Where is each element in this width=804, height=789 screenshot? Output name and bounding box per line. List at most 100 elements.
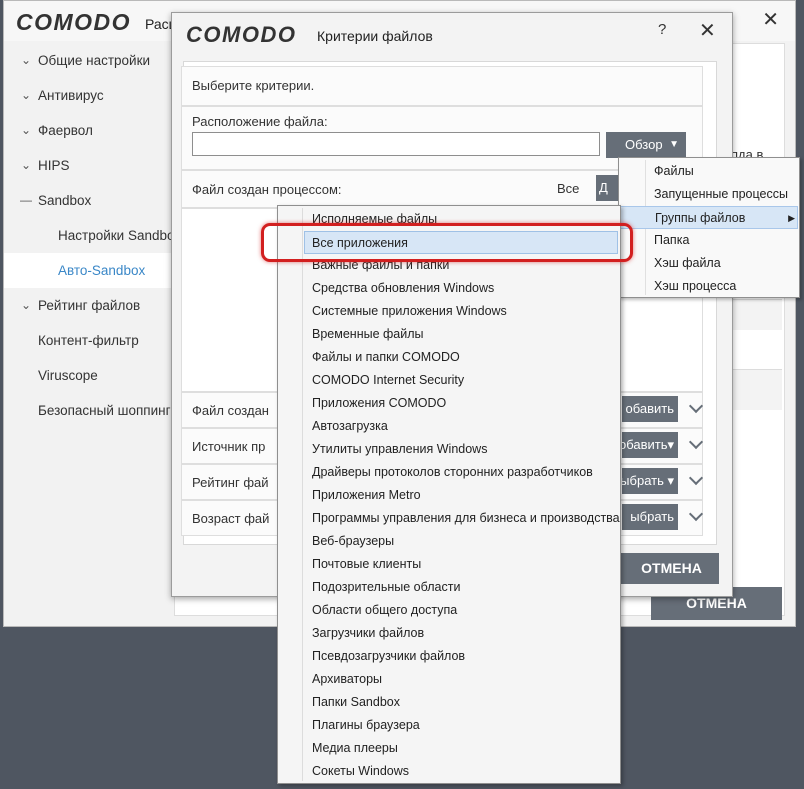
file-group-item-label: Файлы и папки COMODO (312, 350, 460, 364)
file-group-item-label: Медиа плееры (312, 741, 398, 755)
dropdown-arrow-icon: ▼ (669, 139, 679, 150)
file-group-item[interactable]: Системные приложения Windows (304, 300, 618, 323)
dialog-cancel-button[interactable]: ОТМЕНА (612, 553, 719, 584)
file-group-item-label: Временные файлы (312, 327, 424, 341)
file-group-item-label: Псевдозагрузчики файлов (312, 649, 466, 663)
created-by-process-label: Файл создан процессом: (192, 182, 342, 197)
add-dropdown-button[interactable]: обавить▾ (622, 432, 678, 458)
sidebar-item-label: Фаервол (38, 123, 93, 138)
sidebar-item-antivirus[interactable]: ⌄ Антивирус (4, 78, 174, 113)
chevron-down-icon[interactable] (686, 473, 706, 487)
file-group-item[interactable]: Папки Sandbox (304, 691, 618, 714)
file-group-item-label: Утилиты управления Windows (312, 442, 488, 456)
dialog-close-icon[interactable]: ✕ (699, 18, 716, 43)
sidebar-item-label: Контент-фильтр (38, 333, 139, 348)
file-group-item[interactable]: Плагины браузера (304, 714, 618, 737)
comodo-logo: COMODO (16, 9, 132, 35)
file-group-item[interactable]: Области общего доступа (304, 599, 618, 622)
file-group-item[interactable]: Приложения COMODO (304, 392, 618, 415)
menu-item-files[interactable]: Файлы (620, 160, 798, 183)
file-group-item[interactable]: Сокеты Windows (304, 760, 618, 783)
table-row (730, 299, 782, 330)
sidebar-item-label: Антивирус (38, 88, 104, 103)
file-group-item-label: Драйверы протоколов сторонних разработчи… (312, 465, 593, 479)
sidebar-item-label: Рейтинг файлов (38, 298, 141, 313)
file-group-item-label: Области общего доступа (312, 603, 458, 617)
chevron-down-icon: ⌄ (20, 53, 32, 67)
browse-button-label: Обзор (625, 137, 663, 152)
file-group-item-label: COMODO Internet Security (312, 373, 465, 387)
sidebar-item-content-filter[interactable]: Контент-фильтр (4, 323, 174, 358)
file-location-input[interactable] (192, 132, 600, 156)
chevron-down-icon: ⌄ (20, 88, 32, 102)
file-group-item-label: Плагины браузера (312, 718, 420, 732)
file-group-item-label: Приложения COMODO (312, 396, 447, 410)
file-groups-menu: Исполняемые файлы Все приложения Важные фа… (277, 205, 621, 784)
file-group-item-label: Сокеты Windows (312, 764, 410, 778)
file-group-item[interactable]: Архиваторы (304, 668, 618, 691)
sidebar-item-hips[interactable]: ⌄ HIPS (4, 148, 174, 183)
file-group-item[interactable]: Подозрительные области (304, 576, 618, 599)
file-group-item[interactable]: Псевдозагрузчики файлов (304, 645, 618, 668)
menu-item-file-groups[interactable]: Группы файлов ▶ (620, 206, 798, 229)
sidebar-item-label: Настройки Sandbox (58, 228, 182, 243)
sidebar-item-label: Общие настройки (38, 53, 151, 68)
file-group-item[interactable]: Утилиты управления Windows (304, 438, 618, 461)
file-group-item[interactable]: Файлы и папки COMODO (304, 346, 618, 369)
file-group-item-label: Средства обновления Windows (312, 281, 495, 295)
file-group-item[interactable]: Веб-браузеры (304, 530, 618, 553)
sidebar-item-label: Безопасный шоппинг (38, 403, 171, 418)
chevron-down-icon: ⌄ (20, 123, 32, 137)
file-group-item-label: Веб-браузеры (312, 534, 395, 548)
chevron-down-icon[interactable] (686, 401, 706, 415)
criteria-row-label: Файл создан (192, 403, 269, 418)
menu-item-process-hash[interactable]: Хэш процесса (620, 275, 798, 298)
menu-separator (302, 208, 303, 781)
file-group-item-label: Программы управления для бизнеса и произ… (312, 511, 620, 525)
annotation-highlight-frame (261, 223, 633, 262)
menu-item-file-hash[interactable]: Хэш файла (620, 252, 798, 275)
chevron-down-icon[interactable] (686, 509, 706, 523)
file-group-item[interactable]: Приложения Metro (304, 484, 618, 507)
sidebar-item-label: Sandbox (38, 193, 92, 208)
file-group-item[interactable]: Драйверы протоколов сторонних разработчи… (304, 461, 618, 484)
sidebar-item-secure-shopping[interactable]: Безопасный шоппинг (4, 393, 174, 428)
file-group-item[interactable]: Автозагрузка (304, 415, 618, 438)
sidebar-item-firewall[interactable]: ⌄ Фаервол (4, 113, 174, 148)
menu-item-label: Файлы (654, 164, 694, 178)
menu-item-label: Хэш файла (654, 256, 721, 270)
select-dropdown-button[interactable]: ыбрать ▾ (622, 468, 678, 494)
file-group-item-label: Загрузчики файлов (312, 626, 425, 640)
file-group-item[interactable]: Средства обновления Windows (304, 277, 618, 300)
file-group-item[interactable]: Временные файлы (304, 323, 618, 346)
choose-criteria-row: Выберите критерии. (181, 66, 703, 106)
select-button[interactable]: ыбрать (622, 504, 678, 530)
sidebar-item-auto-sandbox[interactable]: Авто-Sandbox (4, 253, 174, 288)
dialog-title: Критерии файлов (317, 28, 433, 44)
sidebar-item-file-rating[interactable]: ⌄ Рейтинг файлов (4, 288, 174, 323)
menu-item-folder[interactable]: Папка (620, 229, 798, 252)
browse-button[interactable]: Обзор ▼ (606, 132, 686, 158)
select-button-label: ыбрать ▾ (622, 473, 674, 488)
menu-item-running-processes[interactable]: Запущенные процессы (620, 183, 798, 206)
sidebar-item-viruscope[interactable]: Viruscope (4, 358, 174, 393)
help-icon[interactable]: ? (658, 21, 666, 38)
file-group-item[interactable]: Загрузчики файлов (304, 622, 618, 645)
chevron-down-icon[interactable] (686, 437, 706, 451)
table-row (730, 369, 782, 410)
sidebar-item-sandbox-settings[interactable]: Настройки Sandbox (4, 218, 181, 253)
file-group-item[interactable]: Программы управления для бизнеса и произ… (304, 507, 620, 530)
sidebar-item-label: HIPS (38, 158, 70, 173)
file-group-item[interactable]: Почтовые клиенты (304, 553, 618, 576)
file-group-item-label: Приложения Metro (312, 488, 421, 502)
criteria-row-label: Возраст фай (192, 511, 270, 526)
sidebar-item-sandbox[interactable]: — Sandbox (4, 183, 174, 218)
file-group-item[interactable]: Медиа плееры (304, 737, 618, 760)
file-group-item[interactable]: COMODO Internet Security (304, 369, 618, 392)
sidebar-item-label: Авто-Sandbox (58, 263, 146, 278)
menu-item-label: Папка (654, 233, 690, 247)
file-group-item-label: Архиваторы (312, 672, 383, 686)
main-close-icon[interactable]: ✕ (762, 7, 779, 32)
add-button[interactable]: обавить (622, 396, 678, 422)
sidebar-item-general-settings[interactable]: ⌄ Общие настройки (4, 43, 174, 78)
